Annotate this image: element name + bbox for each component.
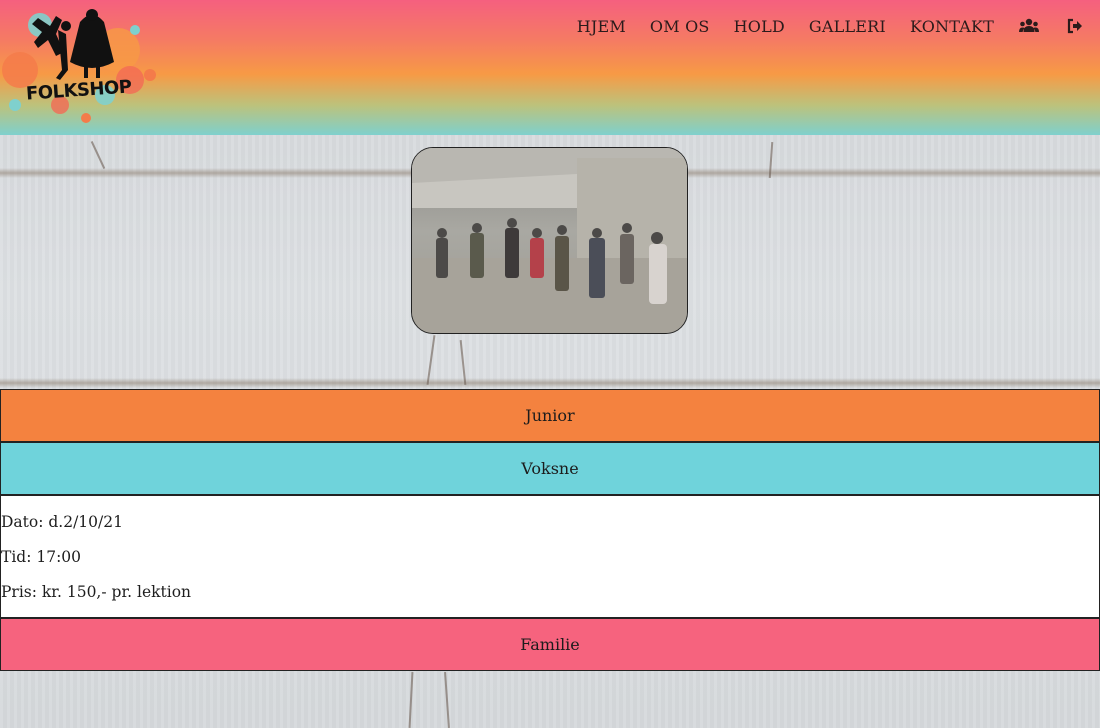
- section-junior[interactable]: Junior: [0, 389, 1100, 442]
- section-voksne[interactable]: Voksne: [0, 442, 1100, 495]
- section-title[interactable]: Familie: [1, 619, 1099, 670]
- voksne-details-panel: Dato: d.2/10/21 Tid: 17:00 Pris: kr. 150…: [0, 495, 1100, 618]
- site-header: FOLKSHOP HJEM OM OS HOLD GALLERI KONTAKT: [0, 0, 1100, 135]
- dance-hall-photo: [411, 147, 688, 334]
- wall-crack: [408, 671, 414, 728]
- section-familie[interactable]: Familie: [0, 618, 1100, 671]
- nav-hold[interactable]: HOLD: [734, 17, 785, 36]
- wall-seam: [0, 378, 1100, 388]
- section-title[interactable]: Junior: [1, 390, 1099, 441]
- time-text: Tid: 17:00: [1, 548, 82, 566]
- nav-galleri[interactable]: GALLERI: [809, 17, 886, 36]
- date-text: Dato: d.2/10/21: [1, 513, 123, 531]
- section-title[interactable]: Voksne: [1, 443, 1099, 494]
- nav-om-os[interactable]: OM OS: [650, 17, 710, 36]
- wall-crack: [90, 140, 106, 170]
- logo-graphic: [2, 9, 156, 123]
- dancers-illustration: [412, 148, 687, 333]
- users-icon[interactable]: [1018, 16, 1040, 36]
- sign-out-icon[interactable]: [1064, 16, 1086, 36]
- nav-kontakt[interactable]: KONTAKT: [910, 17, 994, 36]
- main-nav: HJEM OM OS HOLD GALLERI KONTAKT: [553, 16, 1086, 36]
- nav-hjem[interactable]: HJEM: [577, 17, 626, 36]
- price-text: Pris: kr. 150,- pr. lektion: [1, 583, 192, 601]
- wall-crack: [444, 671, 450, 728]
- folkshop-logo[interactable]: FOLKSHOP: [0, 0, 165, 130]
